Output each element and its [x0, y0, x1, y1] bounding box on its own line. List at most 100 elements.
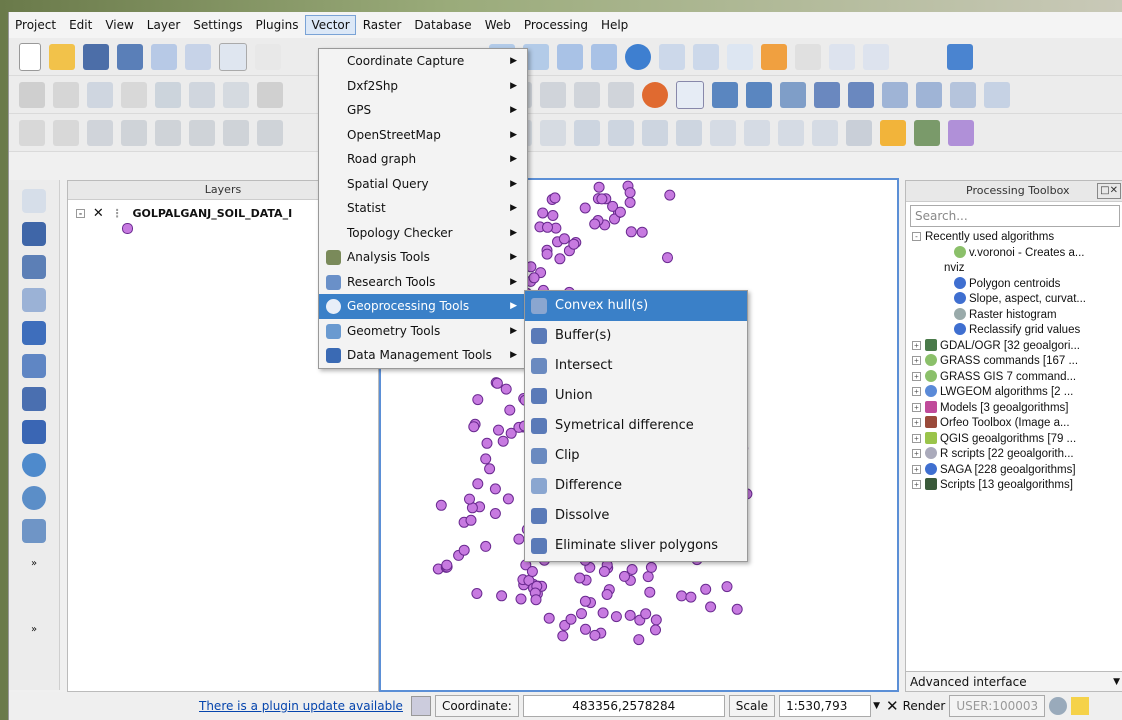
label-props-icon[interactable] — [257, 119, 283, 146]
menu-view[interactable]: View — [99, 15, 139, 35]
vector-menu-item[interactable]: Road graph ▶ — [319, 147, 527, 172]
redo-icon[interactable] — [53, 119, 79, 146]
select-features-icon[interactable] — [693, 43, 719, 70]
coordinate-field[interactable]: 483356,2578284 — [522, 695, 725, 717]
more-chevron-icon[interactable]: » — [22, 552, 46, 576]
geoprocessing-item[interactable]: Difference — [525, 471, 747, 501]
geoprocessing-item[interactable]: Symetrical difference — [525, 411, 747, 441]
geoprocessing-item[interactable]: Buffer(s) — [525, 321, 747, 351]
menu-edit[interactable]: Edit — [63, 15, 98, 35]
menu-settings[interactable]: Settings — [187, 15, 248, 35]
add-delimited-text-icon[interactable] — [22, 486, 46, 510]
current-edits-icon[interactable] — [19, 81, 45, 108]
pin-label-icon[interactable] — [540, 81, 566, 108]
scale-dropdown-icon[interactable]: ▼ — [873, 701, 880, 711]
add-oracle-layer-icon[interactable] — [22, 354, 46, 378]
vector-menu-item[interactable]: Data Management Tools ▶ — [319, 343, 527, 368]
menu-project[interactable]: Project — [9, 15, 62, 35]
offset-curve-icon[interactable] — [574, 119, 600, 146]
field-calculator-icon[interactable] — [795, 43, 821, 70]
crs-globe-icon[interactable] — [1049, 697, 1068, 715]
zoom-selection-icon[interactable] — [591, 43, 617, 70]
provider-item[interactable]: + LWGEOM algorithms [2 ... — [912, 385, 1122, 401]
menu-vector[interactable]: Vector — [305, 15, 356, 35]
pan-hand-icon[interactable] — [255, 43, 281, 70]
geoprocessing-item[interactable]: Intersect — [525, 351, 747, 381]
provider-item[interactable]: + Models [3 geoalgorithms] — [912, 400, 1122, 417]
vector-menu-item[interactable]: Topology Checker ▶ — [319, 221, 527, 246]
rotate-feature-icon[interactable] — [540, 119, 566, 146]
recent-item[interactable]: v.voronoi - Creates a... — [912, 245, 1122, 262]
vector-menu-item[interactable]: Dxf2Shp ▶ — [319, 74, 527, 99]
vector-menu-item[interactable]: OpenStreetMap ▶ — [319, 123, 527, 148]
vector-menu-item[interactable]: Research Tools ▶ — [319, 270, 527, 295]
identify-icon[interactable] — [659, 43, 685, 70]
menu-processing[interactable]: Processing — [518, 15, 594, 35]
raster-info-icon[interactable] — [780, 81, 806, 108]
provider-item[interactable]: + QGIS geoalgorithms [79 ... — [912, 431, 1122, 448]
change-label-icon[interactable] — [608, 81, 634, 108]
label-toolbar-icon[interactable] — [87, 119, 113, 146]
add-mssql-layer-icon[interactable] — [22, 321, 46, 345]
node-tool-icon[interactable] — [189, 81, 215, 108]
zoom-layer-icon[interactable] — [557, 43, 583, 70]
menu-help[interactable]: Help — [595, 15, 634, 35]
add-wms-layer-icon[interactable] — [22, 387, 46, 411]
raster-contour-icon[interactable] — [984, 81, 1010, 108]
menu-plugins[interactable]: Plugins — [249, 15, 304, 35]
add-feature-icon[interactable] — [121, 81, 147, 108]
more-chevron-2-icon[interactable]: » — [22, 618, 46, 642]
crs-status[interactable]: USER:100003 — [949, 695, 1046, 717]
save-as-icon[interactable] — [117, 43, 143, 70]
split-parts-icon[interactable] — [642, 119, 668, 146]
add-spatialite-layer-icon[interactable] — [22, 288, 46, 312]
deselect-icon[interactable] — [761, 43, 787, 70]
vector-menu-item[interactable]: Analysis Tools ▶ — [319, 245, 527, 270]
vector-menu-item[interactable]: Statist ▶ — [319, 196, 527, 221]
vector-menu-item[interactable]: Geometry Tools ▶ — [319, 319, 527, 344]
add-raster-layer-icon[interactable] — [22, 222, 46, 246]
statistics-icon[interactable] — [863, 43, 889, 70]
vector-menu-item[interactable]: Spatial Query ▶ — [319, 172, 527, 197]
raster-clip-icon[interactable] — [882, 81, 908, 108]
new-print-composer-icon[interactable] — [151, 43, 177, 70]
attribute-table-icon[interactable] — [829, 43, 855, 70]
provider-item[interactable]: + GRASS commands [167 ... — [912, 354, 1122, 370]
provider-item[interactable]: + SAGA [228 geoalgorithms] — [912, 462, 1122, 479]
help-icon[interactable] — [947, 43, 973, 70]
save-edits-icon[interactable] — [87, 81, 113, 108]
collapse-icon[interactable]: - — [76, 209, 85, 218]
recent-item[interactable]: Slope, aspect, curvat... — [912, 292, 1122, 308]
raster-calc-icon[interactable] — [746, 81, 772, 108]
open-project-icon[interactable] — [49, 43, 75, 70]
scale-field[interactable]: 1:530,793 — [779, 695, 872, 717]
delete-selected-icon[interactable] — [223, 81, 249, 108]
select-rect-icon[interactable] — [727, 43, 753, 70]
menu-raster[interactable]: Raster — [357, 15, 408, 35]
merge-attributes-icon[interactable] — [710, 119, 736, 146]
crosshair-icon[interactable] — [22, 585, 46, 609]
diagram-icon[interactable] — [121, 119, 147, 146]
composer-manager-icon[interactable] — [185, 43, 211, 70]
geoprocessing-item[interactable]: Union — [525, 381, 747, 411]
raster-stats-icon[interactable] — [814, 81, 840, 108]
move-feature-icon[interactable] — [155, 81, 181, 108]
recent-header[interactable]: - Recently used algorithms — [912, 230, 1122, 246]
provider-item[interactable]: + GRASS GIS 7 command... — [912, 369, 1122, 386]
add-wcs-layer-icon[interactable] — [22, 420, 46, 444]
save-project-icon[interactable] — [83, 43, 109, 70]
recent-item[interactable]: Reclassify grid values — [912, 323, 1122, 339]
geoprocessing-item[interactable]: Dissolve — [525, 501, 747, 531]
add-postgis-layer-icon[interactable] — [22, 255, 46, 279]
messages-warning-icon[interactable] — [1071, 697, 1090, 715]
sum-icon[interactable] — [948, 119, 974, 146]
merge-features-icon[interactable] — [676, 119, 702, 146]
csw-icon[interactable] — [676, 80, 704, 109]
refresh-icon[interactable] — [625, 43, 651, 70]
raster-grid-icon[interactable] — [950, 81, 976, 108]
new-shapefile-icon[interactable] — [22, 519, 46, 543]
raster-align-icon[interactable] — [712, 81, 738, 108]
geoprocessing-item[interactable]: Convex hull(s) — [525, 291, 747, 321]
recent-item[interactable]: nviz — [912, 261, 1122, 277]
georeferencer-icon[interactable] — [642, 81, 668, 108]
